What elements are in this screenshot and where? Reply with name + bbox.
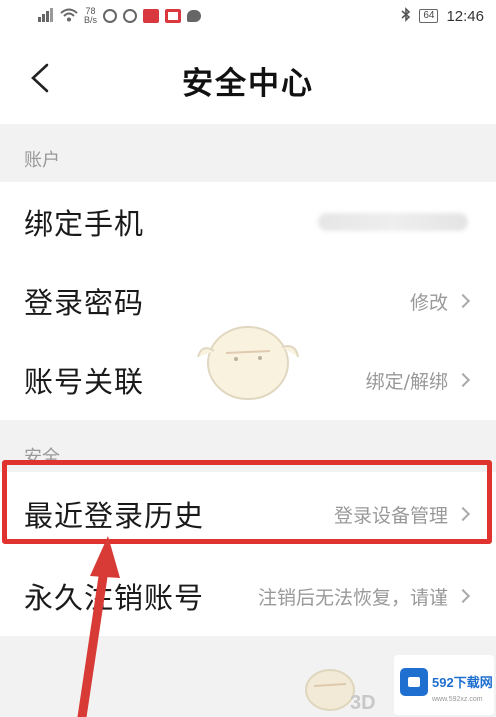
watermark-3d-text: 3D <box>350 692 376 714</box>
site-watermark-badge: 592下载网 www.592xz.com <box>394 655 494 715</box>
status-bar: 78 B/s 64 12:46 <box>0 0 496 34</box>
battery-icon: 64 <box>419 9 439 23</box>
site-watermark-logo-row: 592下载网 <box>400 667 493 696</box>
section-header-security: 安全 <box>24 447 60 468</box>
site-url: www.592xz.com <box>432 695 483 703</box>
mascot-watermark-icon <box>197 326 299 400</box>
chat-icon <box>187 10 202 22</box>
chevron-right-icon <box>455 293 471 309</box>
browser-icon <box>123 9 138 23</box>
app-notification-icon <box>143 9 160 23</box>
bind-phone-row[interactable]: 绑定手机 <box>0 182 496 262</box>
sync-icon <box>103 9 118 23</box>
account-link-label: 账号关联 <box>24 365 145 399</box>
chevron-right-icon <box>455 506 471 522</box>
site-logo-icon <box>400 667 428 696</box>
login-password-value: 修改 <box>409 291 448 314</box>
chevron-right-icon <box>455 372 471 388</box>
login-password-label: 登录密码 <box>24 286 145 320</box>
login-password-action: 修改 <box>409 288 471 315</box>
wifi-icon <box>60 8 78 25</box>
section-header-account: 账户 <box>24 150 60 171</box>
network-speed: 78 B/s <box>84 6 98 25</box>
bluetooth-icon <box>401 7 411 25</box>
account-link-value: 绑定/解绑 <box>365 370 448 393</box>
page-title: 安全中心 <box>182 66 314 102</box>
bind-phone-label: 绑定手机 <box>24 207 145 241</box>
status-left-icons: 78 B/s <box>38 6 202 25</box>
site-name: 592下载网 <box>432 675 493 690</box>
bind-phone-value-blurred <box>318 213 468 231</box>
nav-bar: 安全中心 <box>0 34 496 124</box>
clock: 12:46 <box>446 7 484 25</box>
signal-icon <box>38 7 54 25</box>
login-history-action: 登录设备管理 <box>333 501 471 528</box>
account-link-action: 绑定/解绑 <box>365 367 471 394</box>
status-right-icons: 64 12:46 <box>401 7 484 25</box>
login-history-value: 登录设备管理 <box>333 504 448 527</box>
login-history-label: 最近登录历史 <box>24 499 205 533</box>
app-notification-outline-icon <box>165 9 182 23</box>
